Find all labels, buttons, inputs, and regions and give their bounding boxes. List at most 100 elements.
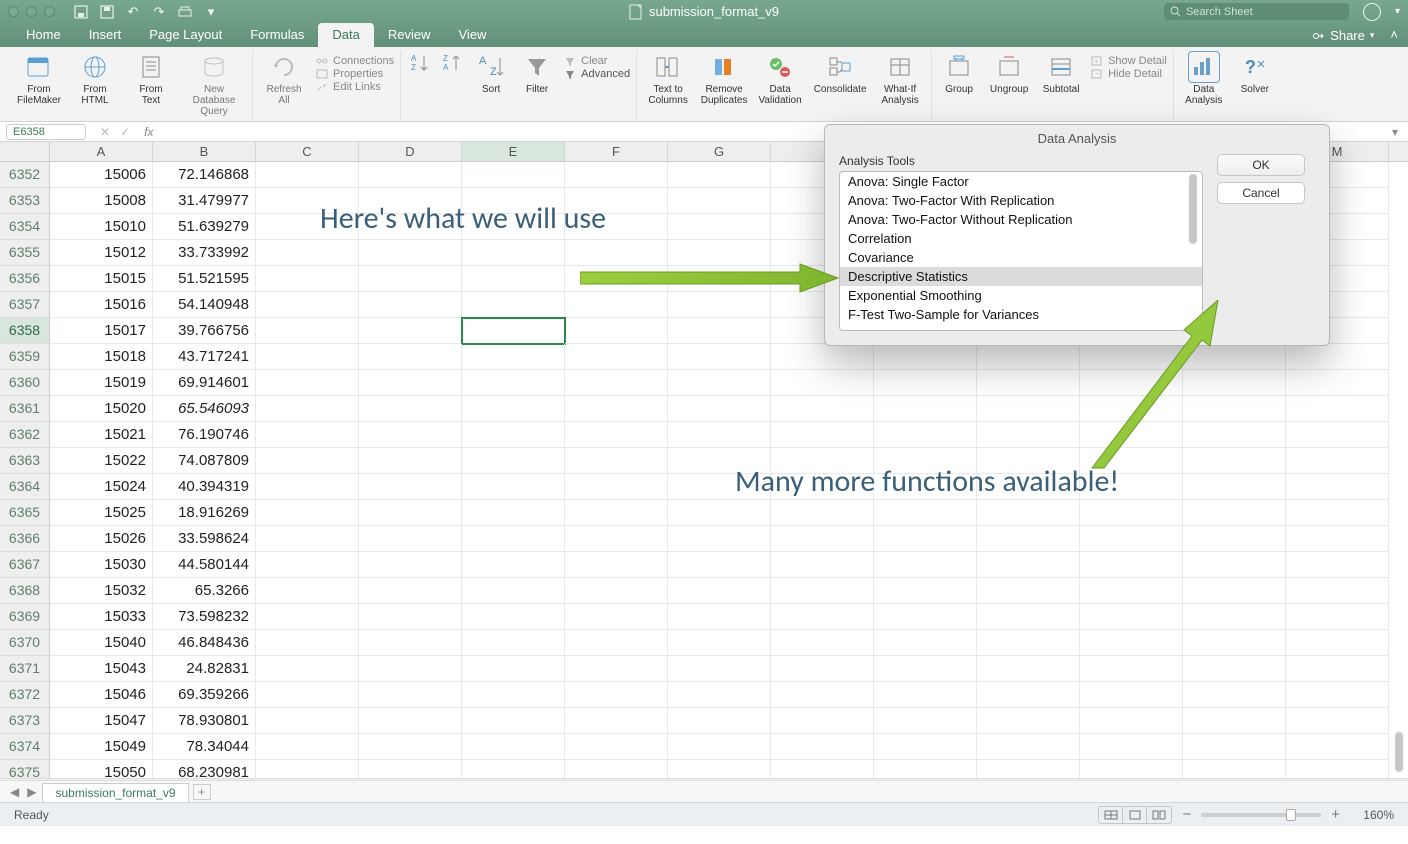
cell[interactable] [256,318,359,344]
row-header[interactable]: 6359 [0,344,50,370]
cell[interactable] [1183,760,1286,778]
cell[interactable]: 65.546093 [153,396,256,422]
cell[interactable] [256,240,359,266]
cell[interactable] [1286,500,1389,526]
cell[interactable] [462,344,565,370]
cell[interactable]: 74.087809 [153,448,256,474]
cell[interactable] [1080,760,1183,778]
cell[interactable]: 43.717241 [153,344,256,370]
list-item[interactable]: Correlation [840,229,1202,248]
feedback-icon[interactable] [1363,3,1381,21]
cell[interactable] [1286,604,1389,630]
row-header[interactable]: 6361 [0,396,50,422]
cell[interactable] [668,708,771,734]
clear-filter-button[interactable]: Clear [563,55,607,67]
cell[interactable] [256,604,359,630]
cell[interactable] [565,526,668,552]
cell[interactable] [256,578,359,604]
select-all-corner[interactable] [0,142,50,161]
list-item[interactable]: Anova: Two-Factor With Replication [840,191,1202,210]
cell[interactable] [977,578,1080,604]
cell[interactable] [874,370,977,396]
page-break-view-button[interactable] [1147,807,1171,823]
zoom-level[interactable]: 160% [1350,808,1394,822]
share-button[interactable]: Share ▾ [1311,23,1380,47]
cell[interactable] [874,604,977,630]
add-sheet-button[interactable]: + [193,784,211,800]
cell[interactable] [565,422,668,448]
cell[interactable]: 15047 [50,708,153,734]
print-icon[interactable] [177,4,193,20]
cell[interactable] [256,656,359,682]
cell[interactable] [874,760,977,778]
ungroup-button[interactable]: Ungroup [986,52,1032,95]
cell[interactable]: 54.140948 [153,292,256,318]
cell[interactable] [462,318,565,344]
row-header[interactable]: 6353 [0,188,50,214]
zoom-slider[interactable] [1201,813,1321,817]
tab-review[interactable]: Review [374,23,445,47]
cell[interactable] [771,604,874,630]
cell[interactable]: 46.848436 [153,630,256,656]
cell[interactable]: 65.3266 [153,578,256,604]
tab-formulas[interactable]: Formulas [236,23,318,47]
cell[interactable] [1286,344,1389,370]
col-header-f[interactable]: F [565,142,668,161]
cell[interactable] [359,526,462,552]
cell[interactable]: 15030 [50,552,153,578]
cell[interactable] [565,578,668,604]
cell[interactable] [1183,630,1286,656]
cell[interactable] [668,214,771,240]
new-db-query-button[interactable]: New Database Query [182,52,246,117]
cell[interactable] [462,578,565,604]
cell[interactable] [1080,708,1183,734]
data-validation-button[interactable]: Data Validation [755,52,805,106]
cell[interactable]: 15016 [50,292,153,318]
cell[interactable] [771,708,874,734]
cell[interactable] [256,162,359,188]
cell[interactable] [668,682,771,708]
cell[interactable]: 24.82831 [153,656,256,682]
cell[interactable] [977,604,1080,630]
cell[interactable] [1183,474,1286,500]
cell[interactable] [359,318,462,344]
collapse-ribbon-icon[interactable]: ˄ [1380,23,1398,47]
cell[interactable] [874,422,977,448]
properties-button[interactable]: Properties [315,68,383,80]
remove-duplicates-button[interactable]: Remove Duplicates [699,52,749,106]
row-header[interactable]: 6363 [0,448,50,474]
cell[interactable]: 15033 [50,604,153,630]
row-header[interactable]: 6370 [0,630,50,656]
cell[interactable] [668,656,771,682]
cell[interactable]: 40.394319 [153,474,256,500]
cell[interactable] [359,266,462,292]
cell[interactable] [1286,760,1389,778]
hide-detail-button[interactable]: −Hide Detail [1090,68,1162,80]
cell[interactable] [1183,682,1286,708]
cancel-formula-icon[interactable]: ✕ [100,125,110,139]
cell[interactable] [256,292,359,318]
row-header[interactable]: 6371 [0,656,50,682]
edit-links-button[interactable]: Edit Links [315,81,381,93]
cell[interactable] [256,708,359,734]
row-header[interactable]: 6355 [0,240,50,266]
cell[interactable] [565,656,668,682]
cell[interactable] [1286,578,1389,604]
cell[interactable]: 15020 [50,396,153,422]
undo-icon[interactable]: ↶ [125,4,141,20]
cell[interactable] [1286,474,1389,500]
cell[interactable] [771,500,874,526]
cell[interactable] [1286,370,1389,396]
cell[interactable]: 69.914601 [153,370,256,396]
cell[interactable] [977,656,1080,682]
expand-formula-bar-icon[interactable]: ▾ [1392,125,1408,139]
cell[interactable] [1080,552,1183,578]
cell[interactable] [359,500,462,526]
cell[interactable] [359,370,462,396]
cell[interactable] [462,292,565,318]
cell[interactable] [1080,734,1183,760]
cell[interactable] [359,474,462,500]
cell[interactable] [1183,604,1286,630]
cell[interactable] [359,448,462,474]
cell[interactable]: 18.916269 [153,500,256,526]
